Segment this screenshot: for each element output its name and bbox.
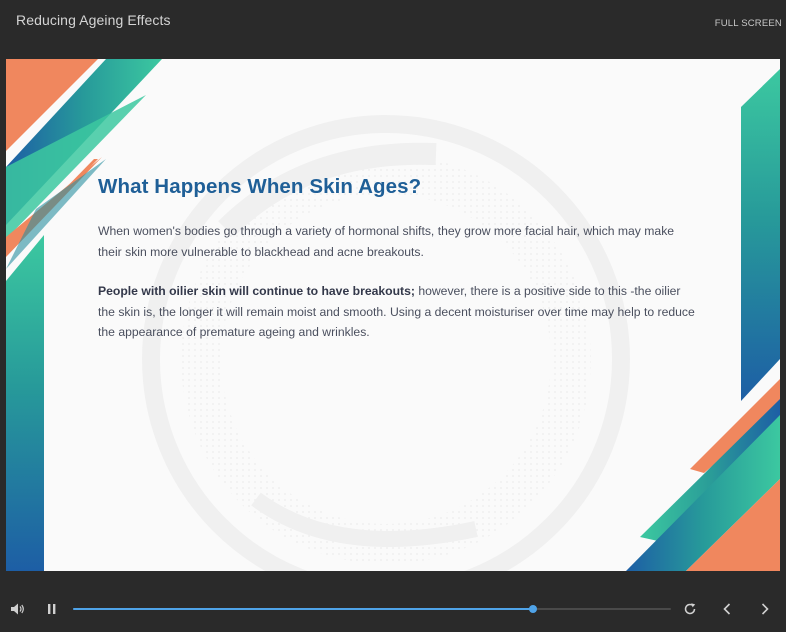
progress-handle[interactable] — [529, 605, 538, 613]
fullscreen-button[interactable]: FULL SCREEN — [715, 18, 782, 29]
previous-icon[interactable] — [721, 602, 733, 616]
progress-bar[interactable] — [73, 605, 671, 613]
progress-fill — [73, 608, 534, 610]
slide-canvas: What Happens When Skin Ages? When women'… — [6, 59, 780, 571]
course-title: Reducing Ageing Effects — [16, 12, 171, 28]
next-icon[interactable] — [759, 602, 771, 616]
slide-player: Reducing Ageing Effects FULL SCREEN What… — [0, 0, 786, 632]
title-bar: Reducing Ageing Effects FULL SCREEN — [0, 0, 786, 58]
pause-icon[interactable] — [46, 603, 58, 615]
playback-controls — [0, 588, 786, 632]
volume-icon[interactable] — [10, 601, 26, 617]
paragraph-hormonal-shifts: When women's bodies go through a variety… — [98, 224, 675, 259]
slide-content: What Happens When Skin Ages? When women'… — [98, 175, 698, 343]
paragraph-oily-skin: People with oilier skin will continue to… — [98, 281, 698, 343]
bold-lead-in: People with oilier skin will continue to… — [98, 284, 415, 298]
replay-icon[interactable] — [683, 602, 697, 616]
slide-heading: What Happens When Skin Ages? — [98, 175, 422, 198]
